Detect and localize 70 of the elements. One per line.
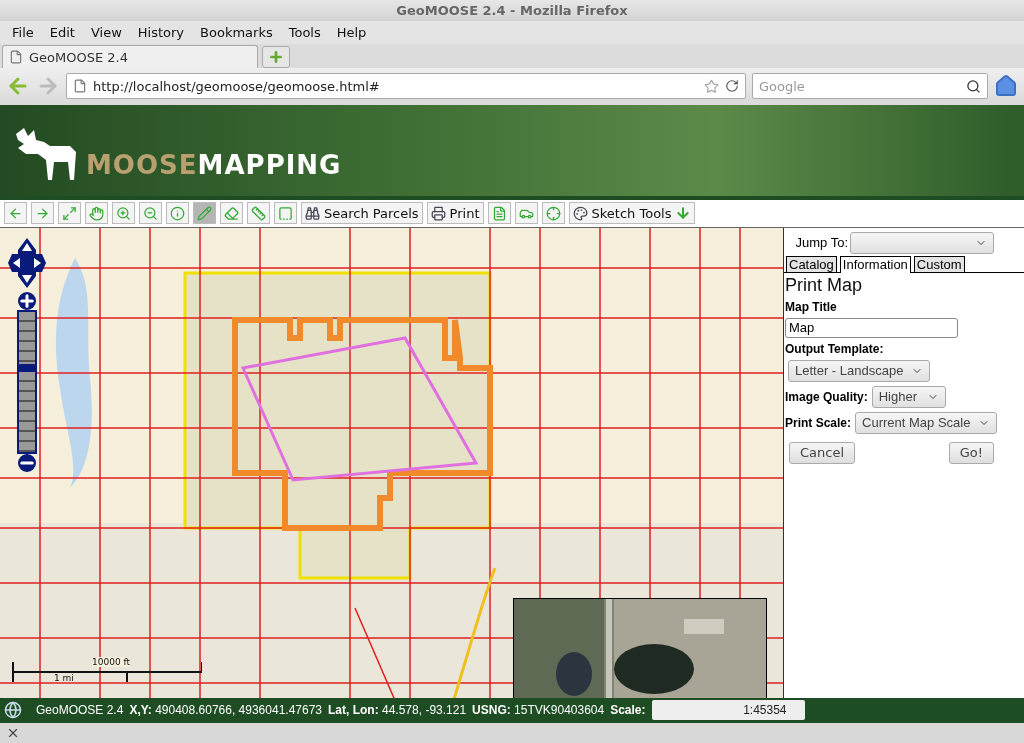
zoom-out-icon [143, 205, 158, 221]
field-label: Print Scale: [785, 415, 852, 430]
plus-icon [268, 49, 284, 65]
ruler-icon [251, 205, 266, 221]
tool-button[interactable] [487, 202, 511, 225]
select-field[interactable]: Higher [871, 385, 946, 408]
scale-field[interactable]: 1:45354 [651, 700, 805, 721]
select-field[interactable]: Letter - Landscape [788, 359, 931, 382]
page-icon [9, 50, 23, 64]
tool-button[interactable] [4, 202, 27, 225]
tool-button[interactable] [112, 202, 135, 225]
menu-item[interactable]: File [4, 25, 42, 41]
binoculars-icon [305, 205, 320, 221]
tool-button[interactable] [541, 202, 565, 225]
hand-icon [89, 205, 104, 221]
home-icon[interactable] [994, 74, 1018, 99]
tool-button[interactable] [58, 202, 81, 225]
coordinate-readout: USNG: 15TVK90403604 [472, 703, 605, 718]
search-icon[interactable] [966, 78, 981, 94]
form-button[interactable]: Go! [948, 441, 994, 464]
form-button[interactable]: Cancel [789, 441, 856, 464]
select-field[interactable]: Current Map Scale [855, 411, 998, 434]
menu-item[interactable]: Help [328, 25, 375, 41]
document-icon [491, 205, 507, 221]
coordinate-readout: X,Y: 490408.60766, 4936041.47673 [129, 703, 322, 718]
toolbar-button[interactable]: Search Parcels [301, 202, 423, 225]
panel-tab[interactable]: Information [839, 255, 911, 273]
eraser-icon [224, 205, 239, 221]
address-bar[interactable]: http://localhost/geomoose/geomoose.html# [66, 73, 746, 100]
palette-icon [572, 205, 588, 221]
tool-button[interactable] [85, 202, 108, 225]
printer-icon [430, 205, 446, 221]
window-title: GeoMOOSE 2.4 - Mozilla Firefox [396, 3, 628, 19]
info-icon [170, 205, 185, 221]
zoom-in-icon [116, 205, 131, 221]
input-field[interactable]: Map [785, 317, 958, 338]
globe-icon [4, 701, 22, 720]
scale-label: Scale: [610, 703, 646, 718]
panel-tab[interactable]: Custom [913, 255, 965, 272]
field-label: Jump To: [795, 235, 848, 251]
panel-title: Print Map [785, 274, 864, 296]
tool-button[interactable] [247, 202, 270, 225]
tool-button[interactable] [274, 202, 297, 225]
pencil-icon [197, 205, 212, 221]
browser-tab[interactable]: GeoMOOSE 2.4 [2, 45, 258, 68]
new-tab-button[interactable] [262, 46, 290, 68]
expand-icon [62, 205, 77, 221]
menu-item[interactable]: View [82, 25, 130, 41]
field-label: Output Template: [785, 341, 885, 356]
menu-item[interactable]: Edit [41, 25, 83, 41]
menu-item[interactable]: History [129, 25, 193, 41]
panel-tab[interactable]: Catalog [786, 255, 837, 272]
arrow-right-icon [35, 205, 50, 221]
crosshair-icon [545, 205, 561, 221]
tool-button[interactable] [514, 202, 538, 225]
tool-button[interactable] [31, 202, 54, 225]
field-label: Image Quality: [785, 389, 868, 404]
tool-button[interactable] [166, 202, 189, 225]
menu-item[interactable]: Bookmarks [192, 25, 281, 41]
jump-to-select[interactable] [850, 231, 994, 254]
field-label: Map Title [785, 299, 838, 314]
coordinate-readout: Lat, Lon: 44.578, -93.121 [328, 703, 467, 718]
toolbar-button[interactable]: Sketch Tools [568, 202, 696, 225]
tool-button[interactable] [220, 202, 243, 225]
menu-item[interactable]: Tools [280, 25, 329, 41]
logo-text: MOOSEMAPPING [86, 149, 342, 180]
tool-button[interactable] [193, 202, 216, 225]
app-version: GeoMOOSE 2.4 [36, 703, 124, 718]
tool-button[interactable] [139, 202, 162, 225]
toolbar-button[interactable]: Print [426, 202, 484, 225]
